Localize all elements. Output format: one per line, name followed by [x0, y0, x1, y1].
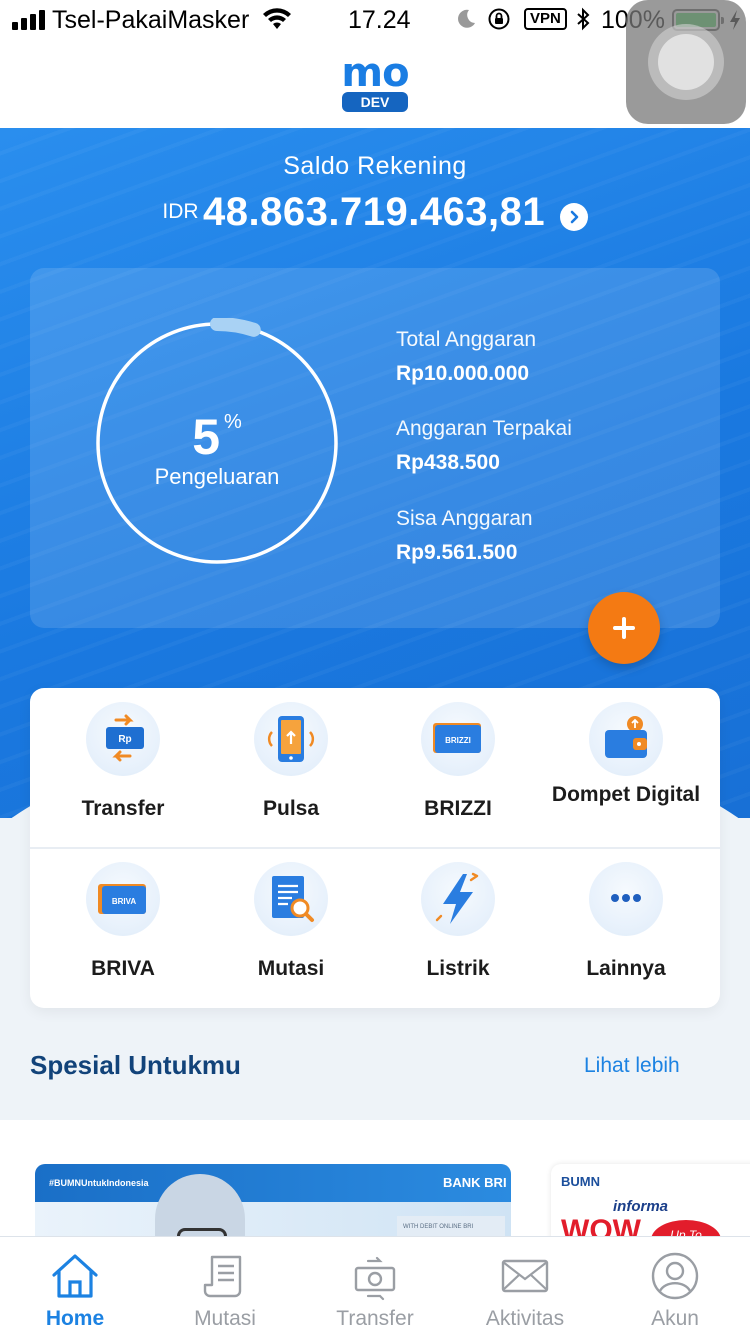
tab-home[interactable]: Home: [0, 1237, 150, 1334]
tab-label: Akun: [651, 1307, 699, 1330]
bank-logo: BANK BRI: [443, 1175, 507, 1190]
menu-label: Dompet Digital: [551, 783, 701, 806]
receipt-icon: [203, 1255, 242, 1298]
menu-item-brizzi[interactable]: BRIZZI BRIZZI: [374, 702, 542, 824]
briva-card-icon: BRIVA: [86, 862, 160, 936]
balance-currency: IDR: [162, 200, 199, 223]
remaining-budget-value: Rp9.561.500: [396, 541, 518, 564]
used-budget-label: Anggaran Terpakai: [396, 417, 572, 440]
app-logo: mo DEV: [340, 50, 410, 112]
clock: 17.24: [348, 6, 411, 34]
menu-divider: [30, 847, 720, 849]
tab-transfer[interactable]: Transfer: [300, 1237, 450, 1334]
brizzi-card-icon: BRIZZI: [421, 702, 495, 776]
assistive-touch-button[interactable]: [626, 0, 746, 124]
balance-label: Saldo Rekening: [283, 152, 467, 180]
svg-text:BRIVA: BRIVA: [112, 897, 137, 906]
signal-icon: [12, 10, 45, 30]
tab-mutasi[interactable]: Mutasi: [150, 1237, 300, 1334]
total-budget: Total Anggaran Rp10.000.000: [396, 328, 536, 386]
plus-icon: [613, 617, 635, 639]
svg-text:BRIZZI: BRIZZI: [445, 736, 471, 745]
carrier-name: Tsel-PakaiMasker: [52, 6, 250, 34]
tab-label: Mutasi: [194, 1307, 256, 1330]
rotation-lock-icon: [488, 8, 510, 30]
transfer-icon: Rp: [86, 702, 160, 776]
promo-card-text: WITH DEBIT ONLINE BRI: [403, 1224, 474, 1230]
spending-label: Pengeluaran: [154, 464, 280, 489]
used-budget: Anggaran Terpakai Rp438.500: [396, 417, 572, 475]
menu-item-lainnya[interactable]: Lainnya: [542, 862, 710, 984]
logo-text: mo: [341, 50, 409, 96]
percent-sign: %: [224, 411, 242, 433]
tab-aktivitas[interactable]: Aktivitas: [450, 1237, 600, 1334]
more-icon: [589, 862, 663, 936]
balance-amount: 48.863.719.463,81: [203, 190, 546, 234]
balance-row[interactable]: IDR 48.863.719.463,81: [0, 190, 750, 235]
bumn-logo: BUMN: [561, 1174, 600, 1189]
wifi-icon: [263, 8, 291, 29]
add-budget-button[interactable]: [588, 592, 660, 664]
bluetooth-icon: [577, 7, 590, 31]
menu-label: Listrik: [426, 957, 490, 980]
used-budget-value: Rp438.500: [396, 451, 500, 474]
menu-label: BRIVA: [91, 957, 155, 980]
phone-icon: [254, 702, 328, 776]
menu-label: Lainnya: [586, 957, 666, 980]
promo-banner[interactable]: BUMN informa WOW Up To: [551, 1164, 750, 1240]
menu-label: Pulsa: [262, 797, 320, 820]
informa-logo: informa: [613, 1198, 669, 1215]
menu-label: Transfer: [81, 797, 165, 820]
menu-item-pulsa[interactable]: Pulsa: [207, 702, 375, 824]
budget-card[interactable]: 5% Pengeluaran Total Anggaran Rp10.000.0…: [30, 268, 720, 628]
spending-percent: 5%: [92, 408, 342, 466]
user-icon: [651, 1252, 699, 1300]
svg-text:Rp: Rp: [118, 734, 131, 745]
home-icon: [52, 1254, 98, 1298]
tab-label: Transfer: [336, 1307, 414, 1330]
menu-item-listrik[interactable]: Listrik: [374, 862, 542, 984]
tab-akun[interactable]: Akun: [600, 1237, 750, 1334]
total-budget-label: Total Anggaran: [396, 328, 537, 351]
spending-percent-value: 5: [192, 409, 220, 465]
moon-icon: [458, 9, 475, 28]
chevron-right-icon[interactable]: [559, 202, 588, 231]
menu-label: Mutasi: [257, 957, 325, 980]
section-title: Spesial Untukmu: [30, 1050, 241, 1080]
feature-menu: Rp Transfer Pulsa BRIZZI BRIZZI Dompet D…: [30, 688, 720, 1008]
promo-carousel[interactable]: #BUMNUntukIndonesia BANK BRI WITH DEBIT …: [0, 1120, 750, 1240]
tab-label: Aktivitas: [485, 1307, 565, 1330]
tab-label: Home: [45, 1307, 105, 1330]
budget-progress-arc: [210, 318, 261, 337]
see-more-link[interactable]: Lihat lebih: [584, 1054, 680, 1078]
mail-icon: [501, 1259, 549, 1293]
menu-item-transfer[interactable]: Rp Transfer: [39, 702, 207, 824]
document-search-icon: [254, 862, 328, 936]
promo-banner[interactable]: #BUMNUntukIndonesia BANK BRI WITH DEBIT …: [35, 1164, 511, 1240]
menu-item-briva[interactable]: BRIVA BRIVA: [39, 862, 207, 984]
lightning-icon: [421, 862, 495, 936]
promo-tag: #BUMNUntukIndonesia: [49, 1178, 149, 1188]
menu-item-mutasi[interactable]: Mutasi: [207, 862, 375, 984]
total-budget-value: Rp10.000.000: [396, 362, 530, 385]
transfer-money-icon: [354, 1256, 396, 1301]
vpn-badge: VPN: [524, 8, 567, 30]
remaining-budget-label: Sisa Anggaran: [396, 507, 533, 530]
wallet-icon: [589, 702, 663, 776]
menu-label: BRIZZI: [424, 797, 492, 820]
bottom-tab-bar: Home Mutasi Transfer Aktivitas Akun: [0, 1236, 750, 1334]
remaining-budget: Sisa Anggaran Rp9.561.500: [396, 507, 533, 565]
menu-item-dompet-digital[interactable]: Dompet Digital: [542, 702, 710, 810]
